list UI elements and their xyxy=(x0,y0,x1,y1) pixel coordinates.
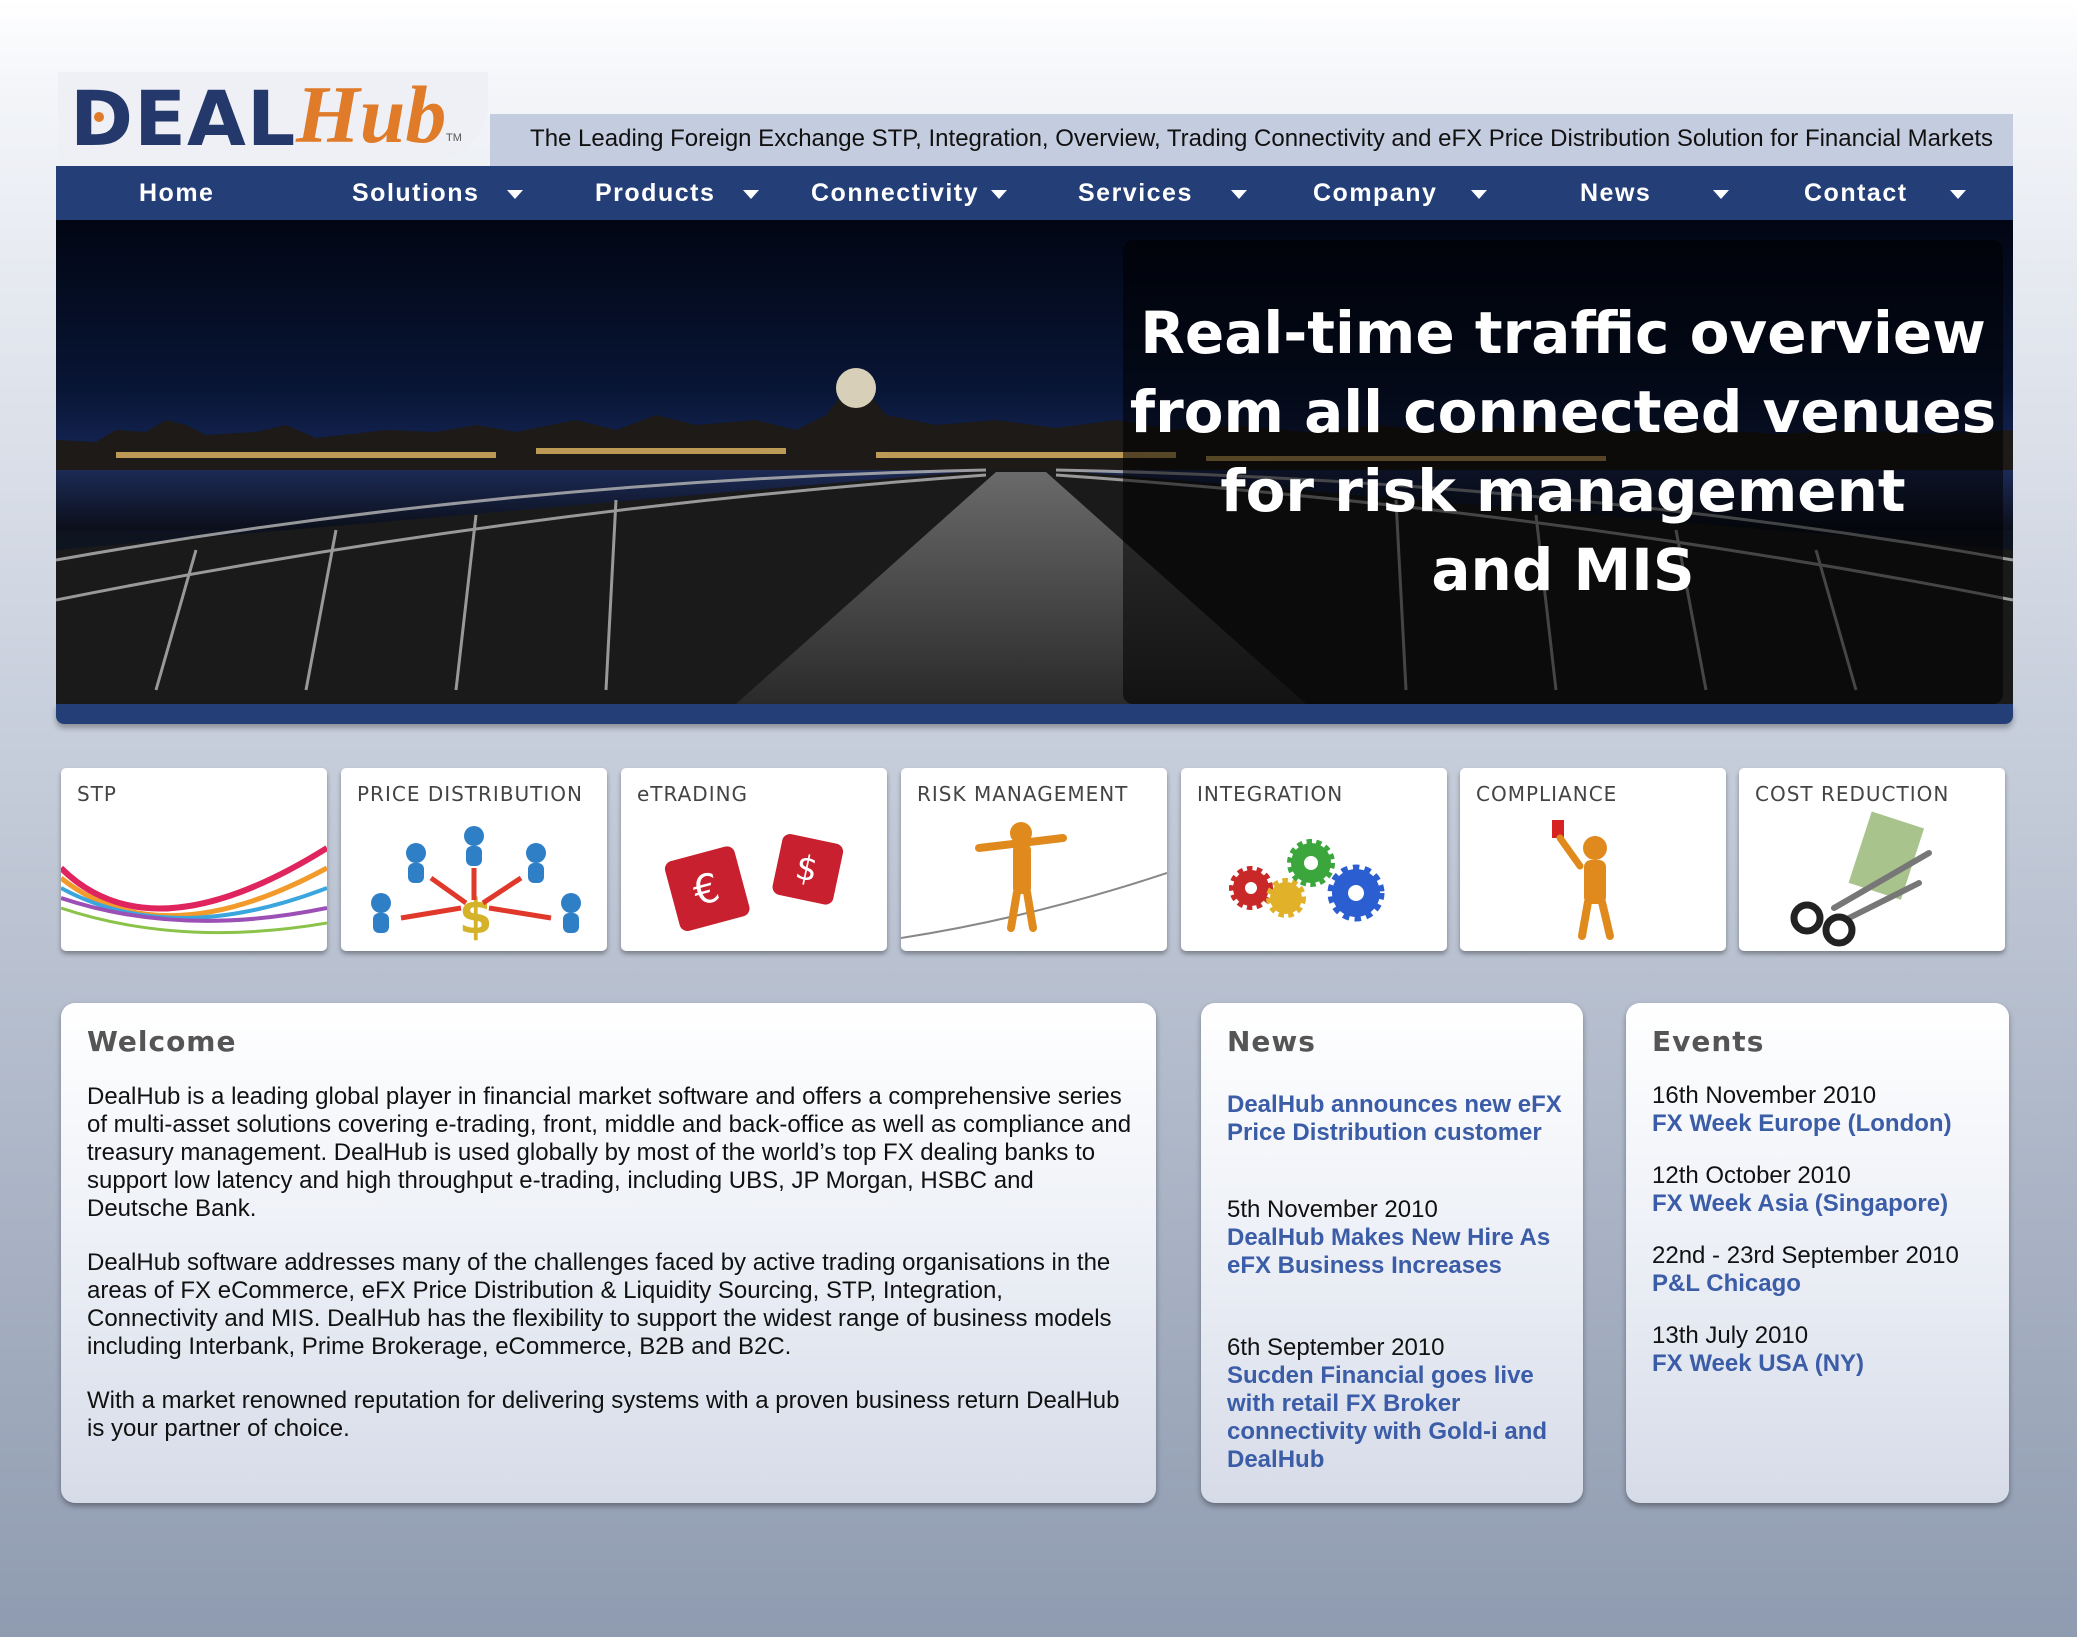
chevron-down-icon xyxy=(1471,189,1488,199)
chevron-down-icon xyxy=(743,189,760,199)
event-link[interactable]: P&L Chicago xyxy=(1652,1270,1997,1298)
tile-stp[interactable]: STP xyxy=(61,768,327,951)
event-link[interactable]: FX Week USA (NY) xyxy=(1652,1350,1997,1378)
hero-banner[interactable]: Real-time traffic overview from all conn… xyxy=(56,220,2013,704)
price-distribution-icon: $ xyxy=(371,826,581,945)
event-date: 13th July 2010 xyxy=(1652,1322,1809,1349)
tile-label: eTRADING xyxy=(637,782,749,806)
stp-swoosh-icon xyxy=(61,845,327,935)
chevron-down-icon xyxy=(1949,189,1966,199)
hero-line-2: from all connected venues xyxy=(1129,378,1997,446)
tile-label: RISK MANAGEMENT xyxy=(917,782,1129,806)
nav-label: Connectivity xyxy=(811,179,980,207)
nav-label: Services xyxy=(1078,179,1193,207)
logo[interactable]: DEAL Hub TM xyxy=(58,69,488,163)
nav-news[interactable]: News xyxy=(1580,166,1730,220)
event-date: 16th November 2010 xyxy=(1652,1082,1877,1109)
gears-icon xyxy=(1229,839,1385,922)
tile-risk-management[interactable]: RISK MANAGEMENT xyxy=(901,768,1167,951)
welcome-body: DealHub is a leading global player in fi… xyxy=(87,1083,1137,1469)
tile-compliance[interactable]: COMPLIANCE xyxy=(1460,768,1726,951)
tile-price-distribution[interactable]: PRICE DISTRIBUTION $ xyxy=(341,768,607,951)
tile-label: COMPLIANCE xyxy=(1476,782,1618,806)
nav-label: Products xyxy=(595,179,716,207)
events-panel: Events 16th November 2010 FX Week Europe… xyxy=(1626,1003,2009,1503)
news-item: DealHub announces new eFX Price Distribu… xyxy=(1227,1091,1567,1147)
tile-integration[interactable]: INTEGRATION xyxy=(1181,768,1447,951)
events-title: Events xyxy=(1652,1025,1765,1058)
event-date: 22nd - 23rd September 2010 xyxy=(1652,1242,1959,1269)
event-item: 13th July 2010 FX Week USA (NY) xyxy=(1652,1322,1997,1378)
tile-label: INTEGRATION xyxy=(1197,782,1344,806)
news-item: 6th September 2010 Sucden Financial goes… xyxy=(1227,1334,1567,1474)
news-link[interactable]: Sucden Financial goes live with retail F… xyxy=(1227,1362,1567,1474)
nav-label: News xyxy=(1580,179,1652,207)
nav-company[interactable]: Company xyxy=(1313,166,1488,220)
news-panel: News DealHub announces new eFX Price Dis… xyxy=(1201,1003,1583,1503)
tile-label: COST REDUCTION xyxy=(1755,782,1950,806)
hero-headline: Real-time traffic overview from all conn… xyxy=(1123,294,2003,610)
nav-home[interactable]: Home xyxy=(139,166,214,220)
welcome-paragraph-1: DealHub is a leading global player in fi… xyxy=(87,1083,1132,1222)
event-link[interactable]: FX Week Europe (London) xyxy=(1652,1110,1997,1138)
tile-etrading[interactable]: eTRADING € $ xyxy=(621,768,887,951)
chevron-down-icon xyxy=(991,189,1008,199)
tagline: The Leading Foreign Exchange STP, Integr… xyxy=(530,125,1993,152)
red-card-figure-icon xyxy=(1552,820,1614,940)
tile-label: PRICE DISTRIBUTION xyxy=(357,782,583,806)
buy-sell-dice-icon: € $ xyxy=(664,834,844,931)
news-item: 5th November 2010 DealHub Makes New Hire… xyxy=(1227,1196,1567,1280)
event-item: 22nd - 23rd September 2010 P&L Chicago xyxy=(1652,1242,1997,1298)
chevron-down-icon xyxy=(1230,189,1247,199)
nav-label: Home xyxy=(139,179,215,207)
news-title: News xyxy=(1227,1025,1316,1058)
welcome-panel: Welcome DealHub is a leading global play… xyxy=(61,1003,1156,1503)
tightrope-figure-icon xyxy=(901,822,1167,939)
welcome-paragraph-3: With a market renowned reputation for de… xyxy=(87,1387,1120,1442)
chevron-down-icon xyxy=(507,189,524,199)
event-item: 16th November 2010 FX Week Europe (Londo… xyxy=(1652,1082,1997,1138)
event-item: 12th October 2010 FX Week Asia (Singapor… xyxy=(1652,1162,1997,1218)
chevron-down-icon xyxy=(1713,189,1730,199)
nav-label: Contact xyxy=(1804,179,1908,207)
event-link[interactable]: FX Week Asia (Singapore) xyxy=(1652,1190,1997,1218)
logo-hub-text: Hub xyxy=(296,69,447,160)
tile-label: STP xyxy=(77,782,117,806)
scissors-money-icon xyxy=(1790,811,1932,947)
hero-line-4: and MIS xyxy=(1431,536,1695,604)
nav-solutions[interactable]: Solutions xyxy=(352,166,524,220)
logo-deal-text: DEAL xyxy=(70,74,297,163)
main-nav: Home Solutions Products Connectivity Ser… xyxy=(56,166,2013,220)
welcome-paragraph-2: DealHub software addresses many of the c… xyxy=(87,1249,1112,1360)
hero-line-1: Real-time traffic overview xyxy=(1140,299,1986,367)
news-link[interactable]: DealHub Makes New Hire As eFX Business I… xyxy=(1227,1224,1567,1280)
nav-connectivity[interactable]: Connectivity xyxy=(811,166,1008,220)
event-date: 12th October 2010 xyxy=(1652,1162,1851,1189)
hero-bottom-bar xyxy=(56,704,2013,724)
tile-cost-reduction[interactable]: COST REDUCTION xyxy=(1739,768,2005,951)
nav-contact[interactable]: Contact xyxy=(1804,166,1966,220)
nav-label: Company xyxy=(1313,179,1438,207)
nav-services[interactable]: Services xyxy=(1078,166,1247,220)
nav-products[interactable]: Products xyxy=(595,166,760,220)
welcome-title: Welcome xyxy=(87,1025,237,1058)
tagline-bar: The Leading Foreign Exchange STP, Integr… xyxy=(490,114,2013,166)
news-date: 5th November 2010 xyxy=(1227,1196,1438,1223)
news-link[interactable]: DealHub announces new eFX Price Distribu… xyxy=(1227,1091,1567,1147)
hero-line-3: for risk management xyxy=(1220,457,1906,525)
news-date: 6th September 2010 xyxy=(1227,1334,1445,1361)
logo-trademark: TM xyxy=(446,132,462,144)
nav-label: Solutions xyxy=(352,179,480,207)
